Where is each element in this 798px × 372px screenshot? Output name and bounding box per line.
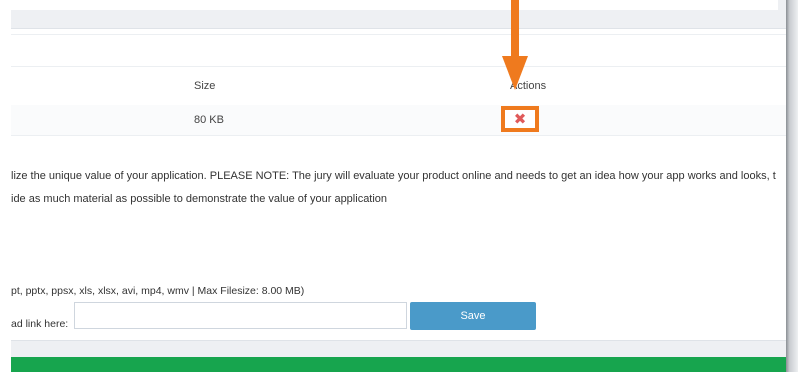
column-header-size: Size [194,80,216,92]
top-right-corner [778,0,786,10]
table-row: 80 KB ✖ [11,105,786,136]
description-text: lize the unique value of your applicatio… [11,165,798,211]
section-divider [11,34,786,35]
link-input[interactable] [74,302,407,329]
allowed-file-types-text: pt, pptx, ppsx, xls, xlsx, avi, mp4, wmv… [11,285,305,297]
left-gutter [0,0,11,372]
file-size-value: 80 KB [194,114,224,126]
link-field-label: ad link here: [11,318,69,330]
description-line-2: ide as much material as possible to demo… [11,193,388,205]
footer-green-bar [11,357,786,372]
delete-icon: ✖ [513,109,527,128]
footer-bar [11,340,786,358]
arrow-shaft [511,0,519,62]
description-line-1: lize the unique value of your applicatio… [11,170,776,182]
table-header-row: Size Actions [11,66,786,106]
top-section-bar [11,10,786,29]
delete-file-button[interactable]: ✖ [501,106,539,132]
right-edge-shadow [786,0,798,372]
arrow-head [502,56,528,90]
save-button[interactable]: Save [410,302,536,330]
annotation-arrow-icon [502,0,528,90]
